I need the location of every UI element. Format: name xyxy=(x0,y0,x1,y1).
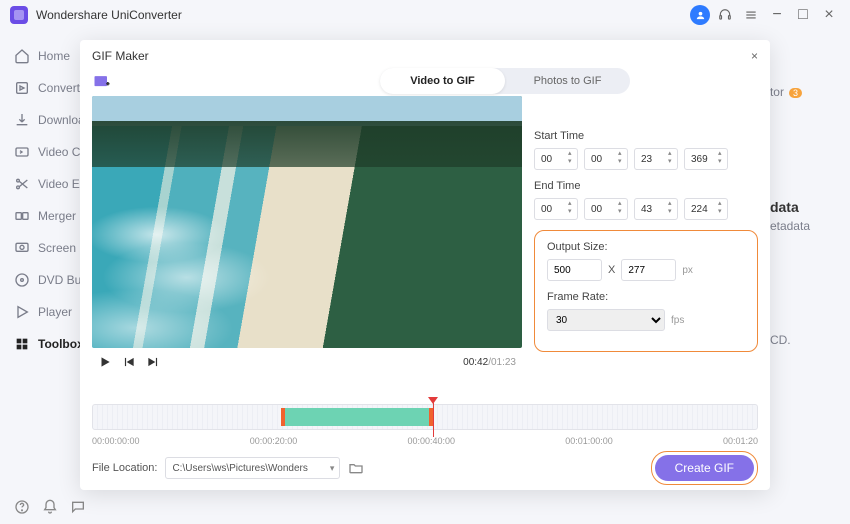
toolbox-icon xyxy=(14,336,30,352)
sidebar-item-label: Downloader xyxy=(38,113,85,127)
size-x-label: X xyxy=(608,264,615,276)
stepper-arrows[interactable]: ▴▾ xyxy=(618,200,625,215)
player-controls: 00:42/01:23 xyxy=(92,348,522,376)
sidebar-item-toolbox[interactable]: Toolbox xyxy=(0,328,85,360)
output-size-label: Output Size: xyxy=(547,241,745,253)
close-icon[interactable]: × xyxy=(751,49,758,63)
window-close-button[interactable]: × xyxy=(818,4,840,26)
add-media-icon[interactable] xyxy=(92,72,112,92)
ruler-tick: 00:00:40:00 xyxy=(407,436,455,446)
sidebar-item-label: Converter xyxy=(38,81,85,95)
sidebar-item-player[interactable]: Player xyxy=(0,296,85,328)
sidebar-item-downloader[interactable]: Downloader xyxy=(0,104,85,136)
app-logo-icon xyxy=(10,6,28,24)
user-avatar-icon[interactable] xyxy=(690,5,710,25)
browse-folder-icon[interactable] xyxy=(348,460,364,476)
timeline-playhead[interactable] xyxy=(433,397,438,437)
sidebar-item-recorder[interactable]: Screen Recorder xyxy=(0,232,85,264)
sidebar-item-label: Screen Recorder xyxy=(38,241,85,255)
help-icon[interactable] xyxy=(14,499,30,515)
recorder-icon xyxy=(14,240,30,256)
app-title: Wondershare UniConverter xyxy=(36,8,182,22)
sidebar-item-label: Home xyxy=(38,49,70,63)
status-bar xyxy=(0,489,850,524)
compressor-icon xyxy=(14,144,30,160)
dvd-icon xyxy=(14,272,30,288)
sidebar-item-label: Video Compressor xyxy=(38,145,85,159)
fps-unit: fps xyxy=(671,315,684,326)
sidebar-item-label: Video Editor xyxy=(38,177,85,191)
scissors-icon xyxy=(14,176,30,192)
bell-icon[interactable] xyxy=(42,499,58,515)
output-width-input[interactable] xyxy=(547,259,602,281)
stepper-arrows[interactable]: ▴▾ xyxy=(668,200,675,215)
play-icon[interactable] xyxy=(98,355,112,369)
settings-panel: Start Time ▴▾ ▴▾ ▴▾ ▴▾ End Time ▴▾ ▴▾ ▴▾… xyxy=(534,96,758,398)
sidebar-item-converter[interactable]: Converter xyxy=(0,72,85,104)
file-location-dropdown[interactable]: C:\Users\ws\Pictures\Wonders xyxy=(165,457,340,479)
feedback-icon[interactable] xyxy=(70,499,86,515)
output-settings-highlight: Output Size: X px Frame Rate: 30 fps xyxy=(534,230,758,352)
sidebar: Home Converter Downloader Video Compress… xyxy=(0,30,85,489)
sidebar-item-label: Toolbox xyxy=(38,337,84,351)
stepper-arrows[interactable]: ▴▾ xyxy=(618,150,625,165)
sidebar-item-editor[interactable]: Video Editor xyxy=(0,168,85,200)
next-frame-icon[interactable] xyxy=(146,355,160,369)
support-icon[interactable] xyxy=(714,4,736,26)
timeline-ruler: 00:00:00:00 00:00:20:00 00:00:40:00 00:0… xyxy=(92,436,758,446)
ruler-tick: 00:00:20:00 xyxy=(250,436,298,446)
frame-rate-select[interactable]: 30 xyxy=(547,309,665,331)
sidebar-item-compressor[interactable]: Video Compressor xyxy=(0,136,85,168)
player-icon xyxy=(14,304,30,320)
home-icon xyxy=(14,48,30,64)
px-unit: px xyxy=(682,265,693,276)
stepper-arrows[interactable]: ▴▾ xyxy=(668,150,675,165)
timeline-track[interactable] xyxy=(92,404,758,430)
ruler-tick: 00:01:00:00 xyxy=(565,436,613,446)
stepper-arrows[interactable]: ▴▾ xyxy=(568,200,575,215)
ruler-tick: 00:01:20 xyxy=(723,436,758,446)
frame-rate-label: Frame Rate: xyxy=(547,291,745,303)
create-highlight: Create GIF xyxy=(651,451,758,485)
stepper-arrows[interactable]: ▴▾ xyxy=(718,200,725,215)
output-height-input[interactable] xyxy=(621,259,676,281)
sidebar-item-label: Merger xyxy=(38,209,76,223)
sidebar-item-label: DVD Burner xyxy=(38,273,85,287)
sidebar-item-dvd[interactable]: DVD Burner xyxy=(0,264,85,296)
titlebar: Wondershare UniConverter − □ × xyxy=(0,0,850,30)
badge: 3 xyxy=(789,88,802,98)
create-gif-button[interactable]: Create GIF xyxy=(655,455,754,481)
stepper-arrows[interactable]: ▴▾ xyxy=(568,150,575,165)
tab-photos-to-gif[interactable]: Photos to GIF xyxy=(505,68,630,94)
maximize-button[interactable]: □ xyxy=(792,4,814,26)
timeline-area: 00:00:00:00 00:00:20:00 00:00:40:00 00:0… xyxy=(80,398,770,446)
merger-icon xyxy=(14,208,30,224)
player-time: 00:42/01:23 xyxy=(463,357,516,368)
background-hints: tor3 data etadata CD. xyxy=(770,85,810,347)
start-time-label: Start Time xyxy=(534,130,758,142)
sidebar-item-label: Player xyxy=(38,305,72,319)
ruler-tick: 00:00:00:00 xyxy=(92,436,140,446)
dialog-title: GIF Maker xyxy=(92,49,149,63)
minimize-button[interactable]: − xyxy=(766,4,788,26)
stepper-arrows[interactable]: ▴▾ xyxy=(718,150,725,165)
file-location-label: File Location: xyxy=(92,462,157,474)
dialog-footer: File Location: C:\Users\ws\Pictures\Wond… xyxy=(80,446,770,490)
converter-icon xyxy=(14,80,30,96)
prev-frame-icon[interactable] xyxy=(122,355,136,369)
menu-icon[interactable] xyxy=(740,4,762,26)
mode-tabs: Video to GIF Photos to GIF xyxy=(380,68,630,94)
download-icon xyxy=(14,112,30,128)
end-time-label: End Time xyxy=(534,180,758,192)
timeline-selection[interactable] xyxy=(281,408,433,426)
gif-maker-dialog: GIF Maker × Video to GIF Photos to GIF 0… xyxy=(80,40,770,490)
video-preview[interactable] xyxy=(92,96,522,348)
tab-video-to-gif[interactable]: Video to GIF xyxy=(380,68,505,94)
sidebar-item-merger[interactable]: Merger xyxy=(0,200,85,232)
sidebar-item-home[interactable]: Home xyxy=(0,40,85,72)
